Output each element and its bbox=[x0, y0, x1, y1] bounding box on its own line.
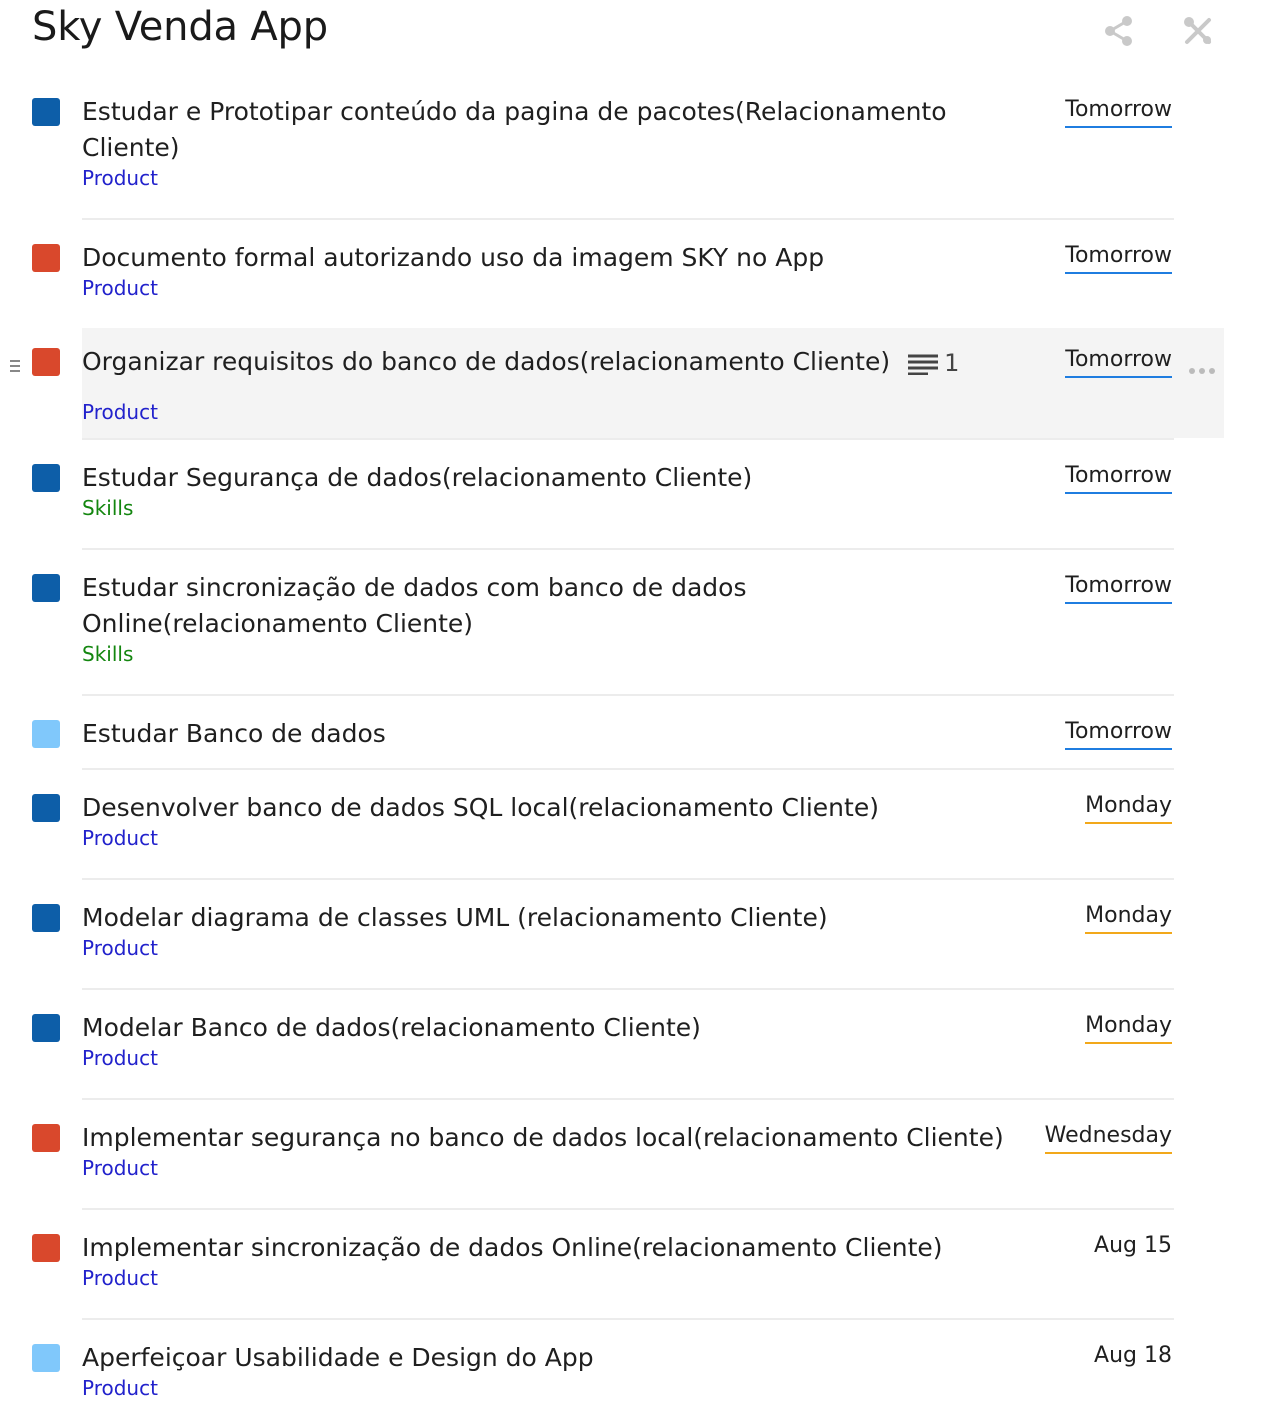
project-tag[interactable]: Product bbox=[82, 936, 158, 960]
task-row[interactable]: Estudar e Prototipar conteúdo da pagina … bbox=[0, 92, 1288, 220]
task-row[interactable]: Implementar segurança no banco de dados … bbox=[0, 1118, 1288, 1210]
task-checkbox[interactable] bbox=[32, 348, 60, 376]
project-tag[interactable]: Product bbox=[82, 826, 158, 850]
project-tag[interactable]: Product bbox=[82, 400, 158, 424]
task-checkbox[interactable] bbox=[32, 244, 60, 272]
due-date[interactable]: Monday bbox=[1085, 1012, 1172, 1044]
task-name-text: Estudar Segurança de dados(relacionament… bbox=[82, 463, 753, 492]
task-row[interactable]: Desenvolver banco de dados SQL local(rel… bbox=[0, 788, 1288, 880]
task-name-text: Aperfeiçoar Usabilidade e Design do App bbox=[82, 1343, 594, 1372]
row-divider bbox=[82, 878, 1174, 880]
row-divider bbox=[82, 218, 1174, 220]
task-name-text: Modelar diagrama de classes UML (relacio… bbox=[82, 903, 828, 932]
task-row[interactable]: Estudar Segurança de dados(relacionament… bbox=[0, 458, 1288, 550]
task-name[interactable]: Estudar Banco de dados bbox=[82, 716, 1032, 752]
share-icon[interactable] bbox=[1102, 14, 1136, 48]
row-divider bbox=[82, 694, 1174, 696]
due-date[interactable]: Monday bbox=[1085, 792, 1172, 824]
task-row[interactable]: Documento formal autorizando uso da imag… bbox=[0, 238, 1288, 330]
row-divider bbox=[82, 438, 1174, 440]
task-row[interactable]: Organizar requisitos do banco de dados(r… bbox=[0, 328, 1288, 440]
page-title: Sky Venda App bbox=[32, 4, 328, 50]
task-name[interactable]: Estudar e Prototipar conteúdo da pagina … bbox=[82, 94, 1032, 166]
tools-icon[interactable] bbox=[1181, 14, 1215, 48]
project-tag[interactable]: Product bbox=[82, 1156, 158, 1180]
row-divider bbox=[82, 988, 1174, 990]
project-tag[interactable]: Product bbox=[82, 276, 158, 300]
row-divider bbox=[82, 768, 1174, 770]
task-row[interactable]: Estudar sincronização de dados com banco… bbox=[0, 568, 1288, 696]
due-date[interactable]: Aug 18 bbox=[1094, 1342, 1172, 1372]
task-row[interactable]: Estudar Banco de dados Tomorrow bbox=[0, 714, 1288, 770]
task-row[interactable]: Modelar Banco de dados(relacionamento Cl… bbox=[0, 1008, 1288, 1100]
app-header: Sky Venda App bbox=[0, 0, 1288, 80]
project-tag[interactable]: Product bbox=[82, 1266, 158, 1290]
due-date[interactable]: Aug 15 bbox=[1094, 1232, 1172, 1262]
row-divider bbox=[82, 548, 1174, 550]
task-checkbox[interactable] bbox=[32, 1124, 60, 1152]
task-row[interactable]: Aperfeiçoar Usabilidade e Design do App P… bbox=[0, 1338, 1288, 1418]
task-name[interactable]: Modelar diagrama de classes UML (relacio… bbox=[82, 900, 1032, 936]
project-tag[interactable]: Product bbox=[82, 1046, 158, 1070]
task-name[interactable]: Desenvolver banco de dados SQL local(rel… bbox=[82, 790, 1032, 826]
task-checkbox[interactable] bbox=[32, 794, 60, 822]
task-checkbox[interactable] bbox=[32, 98, 60, 126]
task-name-text: Implementar sincronização de dados Onlin… bbox=[82, 1233, 943, 1262]
due-date[interactable]: Tomorrow bbox=[1065, 242, 1172, 274]
due-date[interactable]: Monday bbox=[1085, 902, 1172, 934]
task-name[interactable]: Modelar Banco de dados(relacionamento Cl… bbox=[82, 1010, 1032, 1046]
row-divider bbox=[82, 1208, 1174, 1210]
project-tag[interactable]: Product bbox=[82, 1376, 158, 1400]
task-checkbox[interactable] bbox=[32, 1014, 60, 1042]
task-name[interactable]: Implementar segurança no banco de dados … bbox=[82, 1120, 1032, 1156]
comment-lines-icon bbox=[908, 354, 939, 376]
due-date[interactable]: Wednesday bbox=[1044, 1122, 1172, 1154]
project-tag[interactable]: Product bbox=[82, 166, 158, 190]
project-tag[interactable]: Skills bbox=[82, 642, 133, 666]
task-name[interactable]: Aperfeiçoar Usabilidade e Design do App bbox=[82, 1340, 1032, 1376]
task-name-text: Documento formal autorizando uso da imag… bbox=[82, 243, 825, 272]
task-checkbox[interactable] bbox=[32, 1234, 60, 1262]
due-date[interactable]: Tomorrow bbox=[1065, 462, 1172, 494]
task-name[interactable]: Estudar Segurança de dados(relacionament… bbox=[82, 460, 1032, 496]
task-checkbox[interactable] bbox=[32, 1344, 60, 1372]
task-checkbox[interactable] bbox=[32, 574, 60, 602]
due-date[interactable]: Tomorrow bbox=[1065, 346, 1172, 378]
task-name[interactable]: Documento formal autorizando uso da imag… bbox=[82, 240, 1032, 276]
comment-count-badge[interactable]: 1 bbox=[908, 345, 959, 381]
row-divider bbox=[82, 1318, 1174, 1320]
more-options-icon[interactable] bbox=[1188, 360, 1216, 379]
task-checkbox[interactable] bbox=[32, 904, 60, 932]
task-name-text: Estudar Banco de dados bbox=[82, 719, 386, 748]
task-name-text: Estudar e Prototipar conteúdo da pagina … bbox=[82, 97, 947, 162]
task-name[interactable]: Estudar sincronização de dados com banco… bbox=[82, 570, 1032, 642]
comment-count: 1 bbox=[944, 349, 960, 377]
task-name-text: Estudar sincronização de dados com banco… bbox=[82, 573, 747, 638]
task-checkbox[interactable] bbox=[32, 464, 60, 492]
due-date[interactable]: Tomorrow bbox=[1065, 572, 1172, 604]
task-row[interactable]: Implementar sincronização de dados Onlin… bbox=[0, 1228, 1288, 1320]
task-name[interactable]: Implementar sincronização de dados Onlin… bbox=[82, 1230, 1032, 1266]
task-name-text: Implementar segurança no banco de dados … bbox=[82, 1123, 1004, 1152]
task-name-text: Organizar requisitos do banco de dados(r… bbox=[82, 347, 891, 376]
task-name-text: Desenvolver banco de dados SQL local(rel… bbox=[82, 793, 879, 822]
drag-handle-icon[interactable] bbox=[8, 358, 22, 378]
task-row[interactable]: Modelar diagrama de classes UML (relacio… bbox=[0, 898, 1288, 990]
due-date[interactable]: Tomorrow bbox=[1065, 718, 1172, 750]
row-divider bbox=[82, 1098, 1174, 1100]
task-name-text: Modelar Banco de dados(relacionamento Cl… bbox=[82, 1013, 701, 1042]
task-checkbox[interactable] bbox=[32, 720, 60, 748]
task-name[interactable]: Organizar requisitos do banco de dados(r… bbox=[82, 344, 1032, 381]
project-tag[interactable]: Skills bbox=[82, 496, 133, 520]
due-date[interactable]: Tomorrow bbox=[1065, 96, 1172, 128]
